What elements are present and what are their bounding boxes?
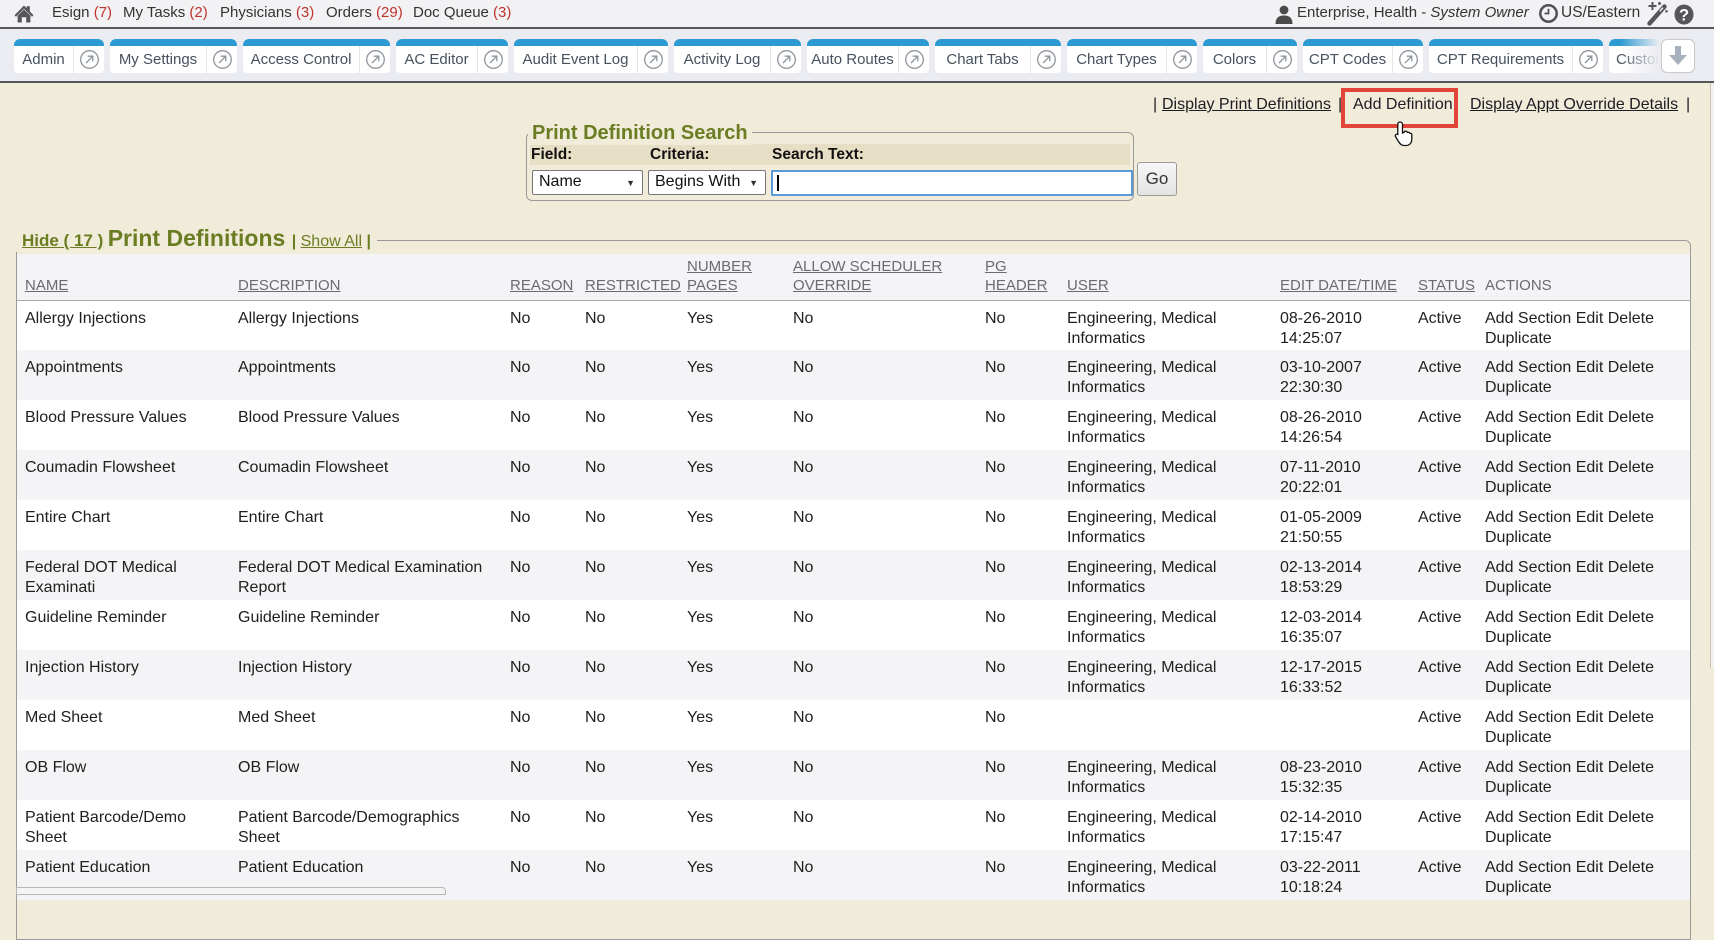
svg-text:?: ? <box>1679 7 1689 25</box>
